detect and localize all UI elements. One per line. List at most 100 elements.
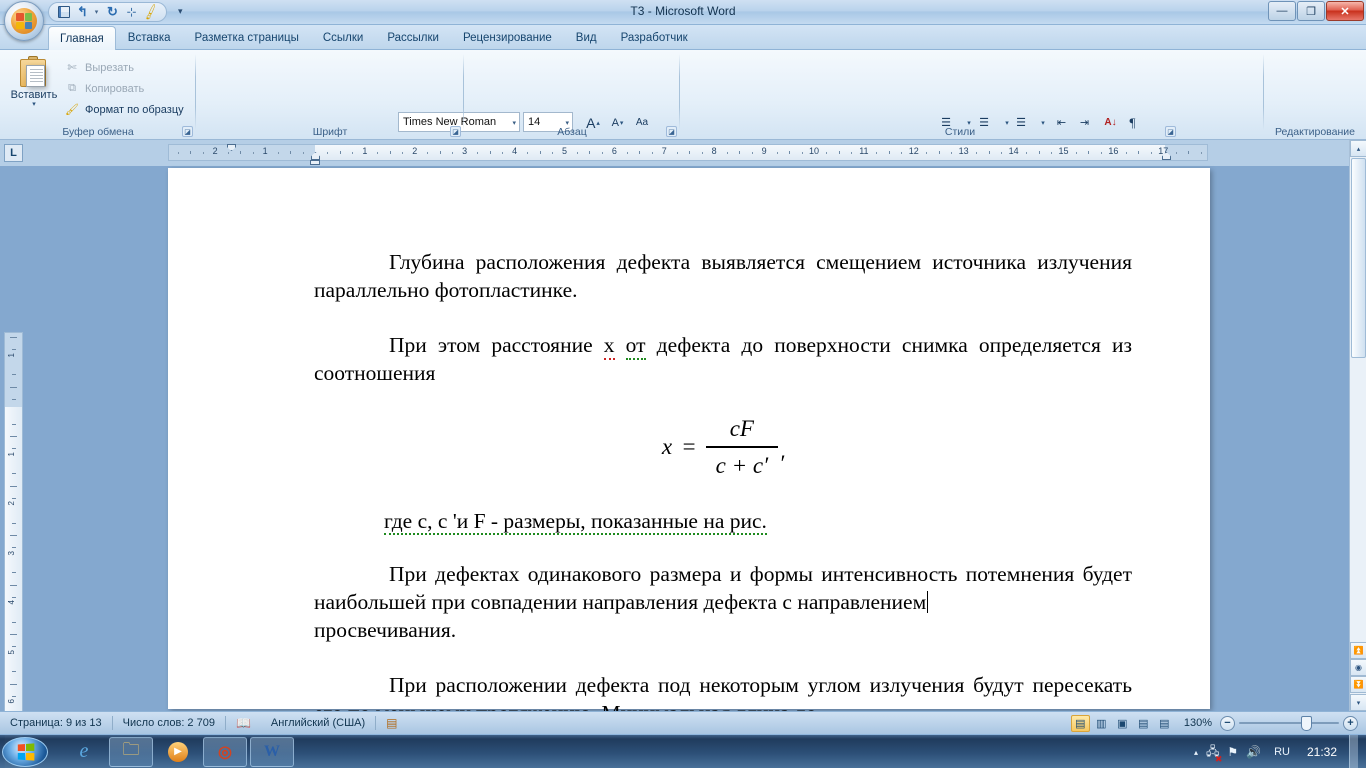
clipboard-dialog-launcher[interactable]: ◪	[182, 126, 193, 137]
ruler-tick	[602, 152, 603, 154]
document-page[interactable]: Глубина расположения дефекта выявляется …	[168, 168, 1210, 725]
vruler-number: 2	[7, 501, 16, 506]
scroll-up-button[interactable]: ▴	[1350, 140, 1366, 157]
macro-recorder[interactable]: ▤	[376, 712, 407, 735]
ruler-tick	[477, 152, 478, 154]
restore-button[interactable]: ❐	[1297, 1, 1325, 21]
minimize-button[interactable]: —	[1268, 1, 1296, 21]
tab-page-layout[interactable]: Разметка страницы	[183, 26, 311, 49]
clock[interactable]: 21:32	[1303, 745, 1341, 759]
vertical-ruler[interactable]: 1123456789	[4, 332, 23, 768]
spellcheck-error-icon: 📖	[235, 716, 251, 730]
tab-review[interactable]: Рецензирование	[451, 26, 564, 49]
proofing-status[interactable]: 📖	[226, 712, 261, 735]
brush-icon: 🖌	[65, 104, 79, 116]
close-button[interactable]: ✕	[1326, 1, 1364, 21]
view-full-screen-reading[interactable]: ▥	[1092, 715, 1111, 732]
format-painter-label: Формат по образцу	[85, 103, 184, 116]
styles-group-label: Стили	[944, 126, 976, 138]
show-hidden-icons-button[interactable]: ▴	[1194, 748, 1198, 757]
styles-dialog-launcher[interactable]: ◪	[1165, 126, 1176, 137]
vruler-number: 3	[7, 550, 16, 555]
word-count[interactable]: Число слов: 2 709	[113, 712, 225, 735]
previous-page-button[interactable]: ⏫	[1350, 642, 1366, 659]
ruler-number: 16	[1108, 146, 1119, 156]
ruler-tick	[789, 151, 790, 154]
ruler-tick	[1201, 152, 1202, 154]
taskbar-item-media-player[interactable]: ▶	[156, 737, 200, 767]
tab-mailings[interactable]: Рассылки	[375, 26, 451, 49]
taskbar-item-windows-explorer[interactable]: 🗀	[109, 736, 153, 767]
ruler-number: 9	[761, 146, 767, 156]
zoom-level[interactable]: 130%	[1180, 712, 1220, 735]
window-controls: — ❐ ✕	[1268, 1, 1364, 21]
paragraph-2[interactable]: При этом расстояние х от дефекта до пове…	[314, 331, 1132, 388]
paragraph-4[interactable]: При дефектах одинакового размера и формы…	[314, 560, 1132, 645]
vruler-tick	[12, 671, 16, 672]
office-button[interactable]	[4, 1, 44, 41]
formula-denominator: c + c′	[705, 445, 779, 481]
taskbar-item-internet-explorer[interactable]: e	[62, 737, 106, 767]
volume-icon[interactable]: 🔊	[1246, 745, 1261, 759]
select-browse-object-button[interactable]: ◉	[1350, 659, 1366, 676]
taskbar-item-powerpoint[interactable]: ◎	[203, 736, 247, 767]
paragraph-dialog-launcher[interactable]: ◪	[666, 126, 677, 137]
group-font: Times New Roman ▾ 14 ▾ A▴ A▾ Aa Ж К	[196, 50, 666, 159]
zoom-slider-thumb[interactable]	[1301, 715, 1312, 731]
tab-stop-selector[interactable]: L	[4, 144, 23, 162]
tab-developer[interactable]: Разработчик	[609, 26, 700, 49]
paste-icon	[19, 56, 49, 88]
language-indicator[interactable]: Английский (США)	[261, 712, 375, 735]
page-indicator[interactable]: Страница: 9 из 13	[0, 712, 112, 735]
action-center-flag-icon[interactable]: ⚑	[1227, 745, 1238, 759]
scroll-down-button[interactable]: ▾	[1350, 694, 1366, 711]
ruler-tick	[1076, 152, 1077, 154]
ruler-tick	[377, 152, 378, 154]
language-indicator-tray[interactable]: RU	[1269, 744, 1295, 760]
top-margin-zone	[5, 333, 22, 407]
scroll-thumb[interactable]	[1351, 158, 1366, 358]
ruler-tick	[577, 152, 578, 154]
paragraph-1[interactable]: Глубина расположения дефекта выявляется …	[314, 248, 1132, 305]
view-web-layout[interactable]: ▣	[1113, 715, 1132, 732]
ruler-number: 2	[212, 146, 218, 156]
start-button[interactable]	[2, 736, 48, 767]
tab-references[interactable]: Ссылки	[311, 26, 376, 49]
view-draft[interactable]: ▤	[1155, 715, 1174, 732]
paragraph-3[interactable]: где с, с 'и F - размеры, показанные на р…	[314, 507, 1132, 536]
zoom-out-button[interactable]: −	[1220, 715, 1235, 731]
ruler-tick	[390, 151, 391, 154]
cut-button[interactable]: ✄ Вырезать	[64, 58, 134, 77]
document-text[interactable]: Глубина расположения дефекта выявляется …	[314, 248, 1132, 753]
font-dialog-launcher[interactable]: ◪	[450, 126, 461, 137]
vruler-number: 6	[7, 699, 16, 704]
zoom-slider[interactable]	[1235, 715, 1343, 732]
ruler-tick	[452, 152, 453, 154]
next-page-button[interactable]: ⏬	[1350, 676, 1366, 693]
left-indent-marker[interactable]	[310, 160, 320, 165]
vruler-number: 5	[7, 649, 16, 654]
view-print-layout[interactable]: ▤	[1070, 714, 1090, 732]
horizontal-ruler[interactable]: 2 1 1 2 3 4 5 6 7 8 9 10 11 12 13 14 15 16 17	[168, 144, 1208, 165]
taskbar-item-word[interactable]: W	[250, 736, 294, 767]
view-outline[interactable]: ▤	[1134, 715, 1153, 732]
paste-button[interactable]: Вставить ▾	[8, 54, 60, 116]
vruler-tick	[10, 684, 17, 685]
word-application-window: ↰ ▾ ↻ ⊹ 🖌 ▾ T3 - Microsoft Word — ❐ ✕ Гл…	[0, 0, 1366, 768]
formula-numerator: cF	[729, 415, 754, 441]
show-desktop-button[interactable]	[1349, 735, 1358, 768]
ruler-number: 3	[462, 146, 468, 156]
copy-button[interactable]: ⧉ Копировать	[64, 79, 144, 98]
vertical-scrollbar[interactable]: ▴ ⏫ ◉ ⏬ ▾	[1349, 140, 1366, 711]
tab-home[interactable]: Главная	[48, 26, 116, 50]
tab-view[interactable]: Вид	[564, 26, 609, 49]
ruler-tick	[327, 152, 328, 154]
network-error-icon[interactable]: 🖧 ✖	[1206, 742, 1222, 764]
ruler-tick	[1138, 151, 1139, 154]
math-formula[interactable]: x = cF c + c′ ′	[314, 414, 1132, 482]
macro-record-icon: ▤	[386, 716, 398, 730]
zoom-in-button[interactable]: +	[1343, 715, 1358, 731]
tab-insert[interactable]: Вставка	[116, 26, 183, 49]
format-painter-button[interactable]: 🖌 Формат по образцу	[64, 100, 184, 119]
ruler-tick	[589, 151, 590, 154]
